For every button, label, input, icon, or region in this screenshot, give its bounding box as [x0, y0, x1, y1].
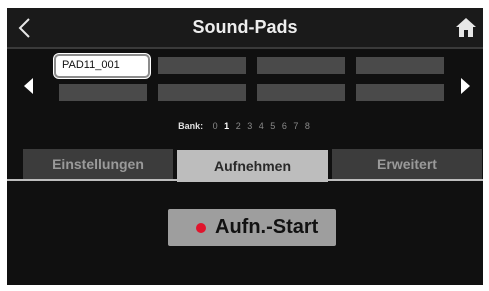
tab-underline [7, 179, 483, 181]
bank-selector: Bank: 0 1 2 3 4 5 6 7 8 [7, 121, 483, 131]
bank-number-7[interactable]: 7 [293, 121, 298, 131]
page-title: Sound-Pads [192, 17, 298, 37]
pad-slot[interactable] [257, 57, 345, 74]
bank-label: Bank: [178, 121, 204, 131]
bank-number-4[interactable]: 4 [259, 121, 264, 131]
pad-slot-selected[interactable]: PAD11_001 [54, 54, 150, 78]
tab-erweitert[interactable]: Erweitert [332, 149, 482, 179]
pad-slot[interactable] [158, 57, 246, 74]
pads-prev-page-icon[interactable] [17, 65, 39, 107]
chevron-left-icon[interactable] [15, 16, 35, 40]
pad-slot[interactable] [356, 57, 444, 74]
home-icon[interactable] [455, 16, 477, 40]
bank-number-3[interactable]: 3 [247, 121, 252, 131]
bank-number-8[interactable]: 8 [305, 121, 310, 131]
bank-number-1[interactable]: 1 [224, 121, 229, 131]
pads-next-page-icon[interactable] [455, 65, 477, 107]
pad-slot[interactable] [356, 84, 444, 101]
bank-number-5[interactable]: 5 [270, 121, 275, 131]
pad-slot[interactable] [257, 84, 345, 101]
pad-slot[interactable] [158, 84, 246, 101]
tab-einstellungen[interactable]: Einstellungen [23, 149, 173, 179]
header-bar: Sound-Pads [7, 8, 483, 47]
bank-number-2[interactable]: 2 [236, 121, 241, 131]
bank-number-6[interactable]: 6 [282, 121, 287, 131]
tab-aufnehmen[interactable]: Aufnehmen [177, 150, 328, 182]
record-start-button[interactable]: Aufn.-Start [168, 209, 336, 246]
pad-name-label: PAD11_001 [62, 59, 120, 71]
record-dot-icon [196, 223, 206, 233]
pad-slot[interactable] [59, 84, 147, 101]
bank-number-0[interactable]: 0 [213, 121, 218, 131]
header-divider [7, 47, 483, 49]
sound-pads-screen: Sound-Pads PAD11_001 Bank: 0 1 2 3 4 5 6… [7, 8, 483, 285]
record-start-label: Aufn.-Start [215, 216, 319, 238]
